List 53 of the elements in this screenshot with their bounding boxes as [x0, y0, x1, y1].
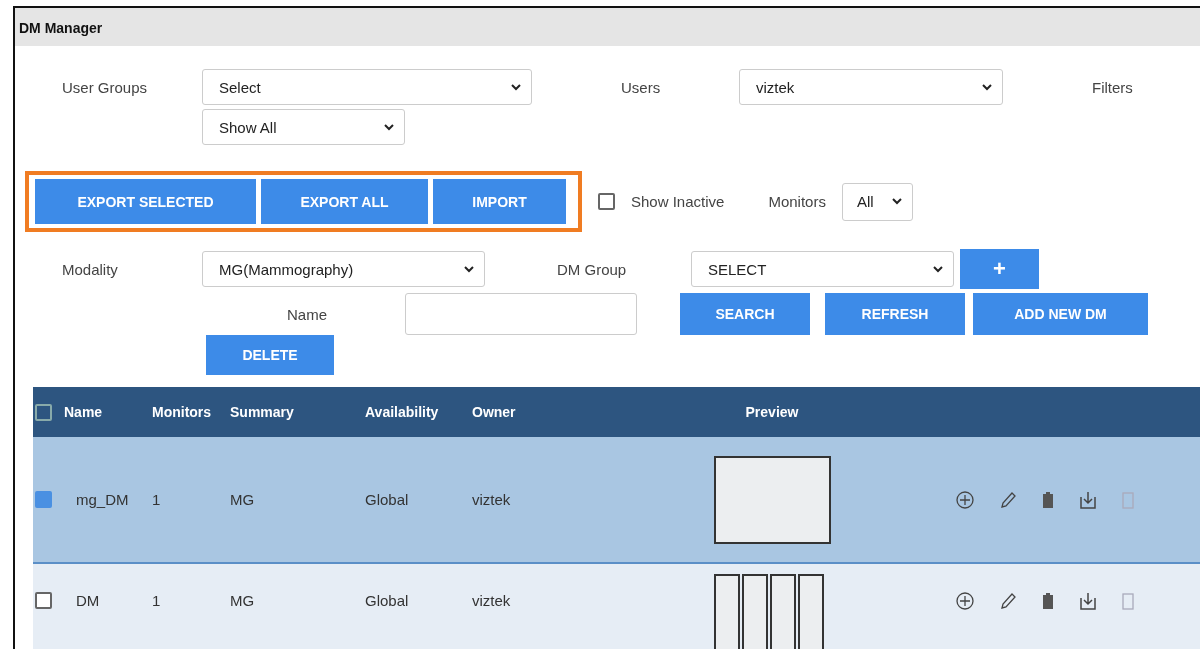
- caret-icon: [511, 83, 521, 91]
- pencil-icon: [1000, 490, 1016, 509]
- window-title: DM Manager: [15, 8, 1200, 46]
- caret-icon: [891, 198, 902, 205]
- dm-group-dropdown[interactable]: SELECT: [691, 251, 954, 287]
- copy-icon: [1122, 592, 1134, 610]
- user-groups-dropdown[interactable]: Select: [202, 69, 532, 105]
- show-dropdown[interactable]: Show All: [202, 109, 405, 145]
- monitors-dropdown[interactable]: All: [841, 182, 913, 221]
- column-header: Preview: [744, 404, 800, 420]
- table-row[interactable]: mg_DM 1 MG Global viztek: [33, 437, 1200, 562]
- column-header: Availability: [365, 404, 440, 420]
- dm-group-label: DM Group: [557, 260, 628, 278]
- name-label: Name: [287, 305, 328, 323]
- select-all-checkbox[interactable]: [35, 403, 52, 421]
- trash-icon: [1042, 592, 1054, 610]
- summary-cell-text: MG: [230, 592, 256, 609]
- name-cell-text: DM: [76, 592, 101, 609]
- users-dropdown[interactable]: viztek: [739, 69, 1003, 105]
- trash-icon: [1042, 490, 1054, 509]
- plus-circle-icon: [956, 490, 974, 509]
- user-groups-label: User Groups: [62, 78, 149, 96]
- download-icon: [1080, 592, 1096, 610]
- availability-cell-text: Global: [365, 491, 410, 508]
- name-input-field[interactable]: [405, 293, 637, 335]
- name-cell-text: mg_DM: [76, 491, 130, 508]
- column-header: Owner: [472, 404, 517, 420]
- modality-label: Modality: [62, 260, 119, 278]
- caret-icon: [982, 83, 992, 91]
- show-inactive-label: Show Inactive: [631, 193, 725, 210]
- table-row[interactable]: DM 1 MG Global viztek: [33, 562, 1200, 649]
- column-header: Monitors: [152, 404, 213, 420]
- plus-circle-icon: [956, 592, 974, 610]
- owner-cell-text: viztek: [472, 592, 512, 609]
- column-header: Summary: [230, 404, 295, 420]
- download-icon: [1080, 490, 1096, 509]
- summary-cell-text: MG: [230, 491, 256, 508]
- monitors-cell-text: 1: [152, 592, 162, 609]
- availability-cell-text: Global: [365, 592, 410, 609]
- column-header: Name: [64, 404, 104, 420]
- row-checkbox[interactable]: [35, 491, 52, 508]
- pencil-icon: [1000, 592, 1016, 610]
- monitors-label: Monitors: [768, 193, 826, 210]
- row-checkbox[interactable]: [35, 592, 52, 609]
- modality-dropdown[interactable]: MG(Mammography): [202, 251, 485, 287]
- caret-icon: [384, 123, 394, 131]
- owner-cell-text: viztek: [472, 491, 512, 508]
- copy-icon: [1122, 490, 1134, 509]
- filters-label: Filters: [1092, 78, 1133, 96]
- monitors-cell-text: 1: [152, 491, 162, 508]
- users-label: Users: [621, 78, 662, 96]
- caret-icon: [464, 265, 474, 273]
- caret-icon: [933, 265, 943, 273]
